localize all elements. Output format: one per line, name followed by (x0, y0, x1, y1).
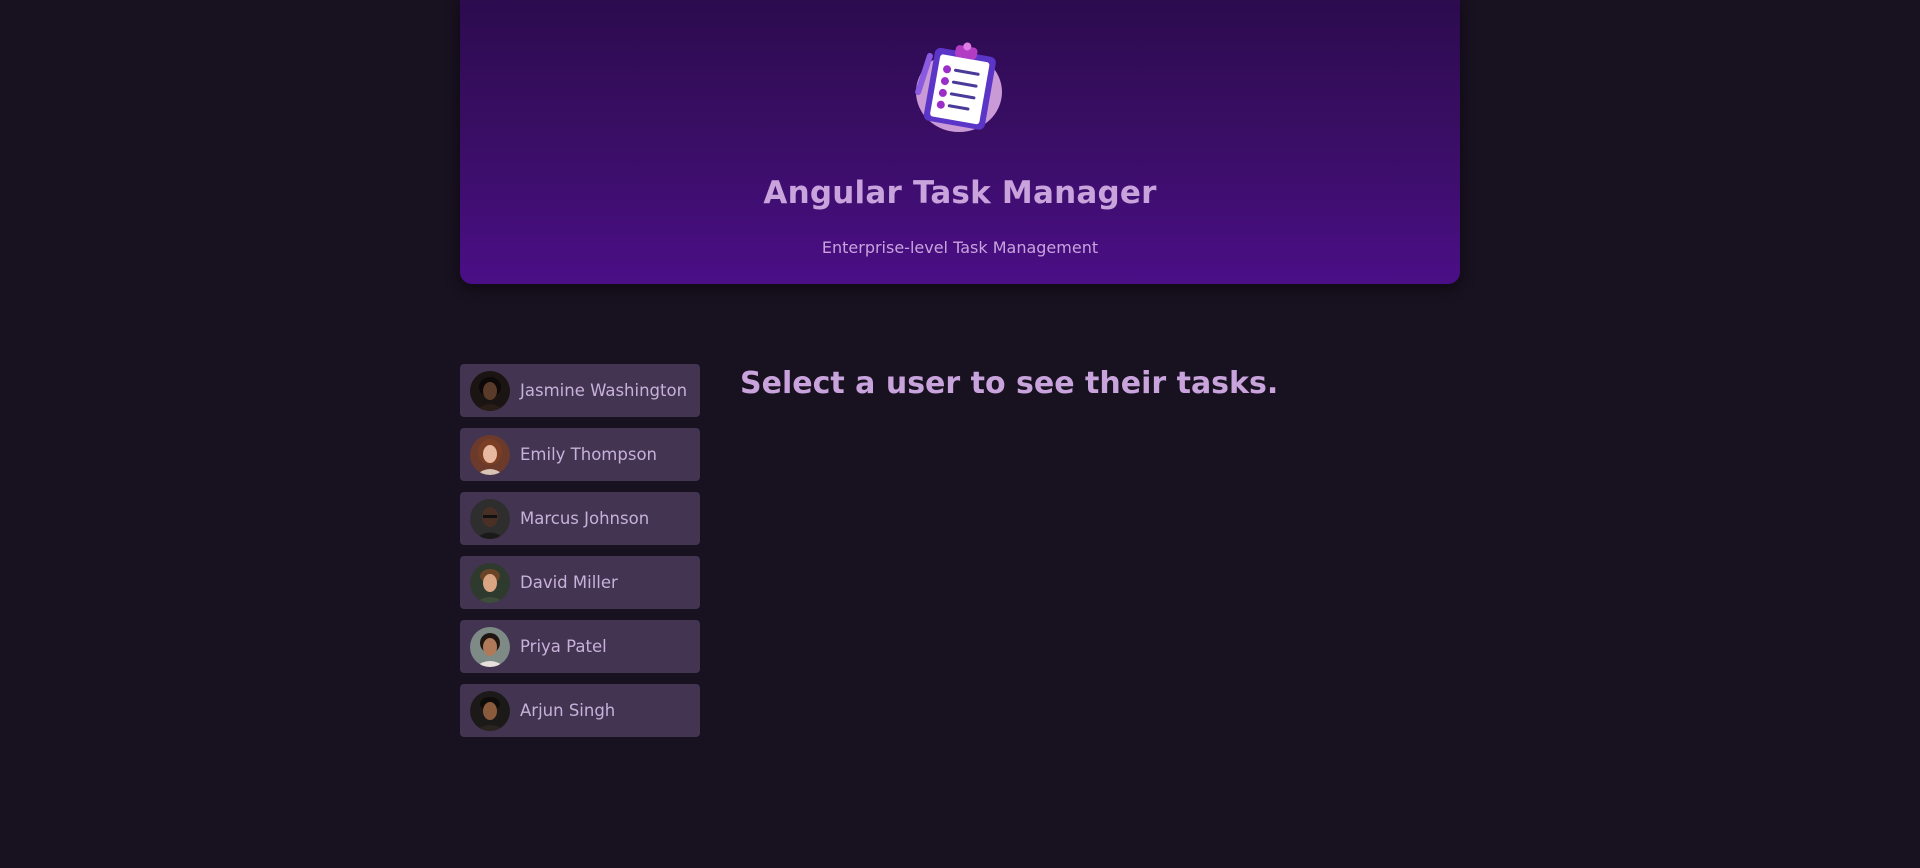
user-item-emily-thompson[interactable]: Emily Thompson (460, 428, 700, 481)
task-clipboard-icon (915, 38, 1007, 134)
user-item-david-miller[interactable]: David Miller (460, 556, 700, 609)
user-name: Priya Patel (520, 637, 607, 656)
user-avatar-priya (470, 626, 510, 667)
user-name: Marcus Johnson (520, 509, 650, 528)
user-avatar-emily (470, 434, 510, 475)
user-avatar-jasmine (470, 370, 510, 411)
user-avatar-david (470, 562, 510, 603)
user-item-marcus-johnson[interactable]: Marcus Johnson (460, 492, 700, 545)
app-subtitle: Enterprise-level Task Management (821, 238, 1099, 257)
user-name: Jasmine Washington (520, 381, 688, 400)
app-root: Angular Task Manager Enterprise-level Ta… (0, 0, 1920, 868)
user-item-arjun-singh[interactable]: Arjun Singh (460, 684, 700, 737)
user-item-priya-patel[interactable]: Priya Patel (460, 620, 700, 673)
app-header: Angular Task Manager Enterprise-level Ta… (460, 0, 1460, 284)
user-list: Jasmine Washington Emily Thompson Marcus… (460, 364, 700, 748)
user-avatar-arjun (470, 690, 510, 731)
select-user-fallback-text: Select a user to see their tasks. (740, 366, 1279, 401)
app-title: Angular Task Manager (763, 174, 1157, 211)
user-item-jasmine-washington[interactable]: Jasmine Washington (460, 364, 700, 417)
user-name: Arjun Singh (520, 701, 616, 720)
user-avatar-marcus (470, 498, 510, 539)
user-name: David Miller (520, 573, 618, 592)
user-name: Emily Thompson (520, 445, 658, 464)
